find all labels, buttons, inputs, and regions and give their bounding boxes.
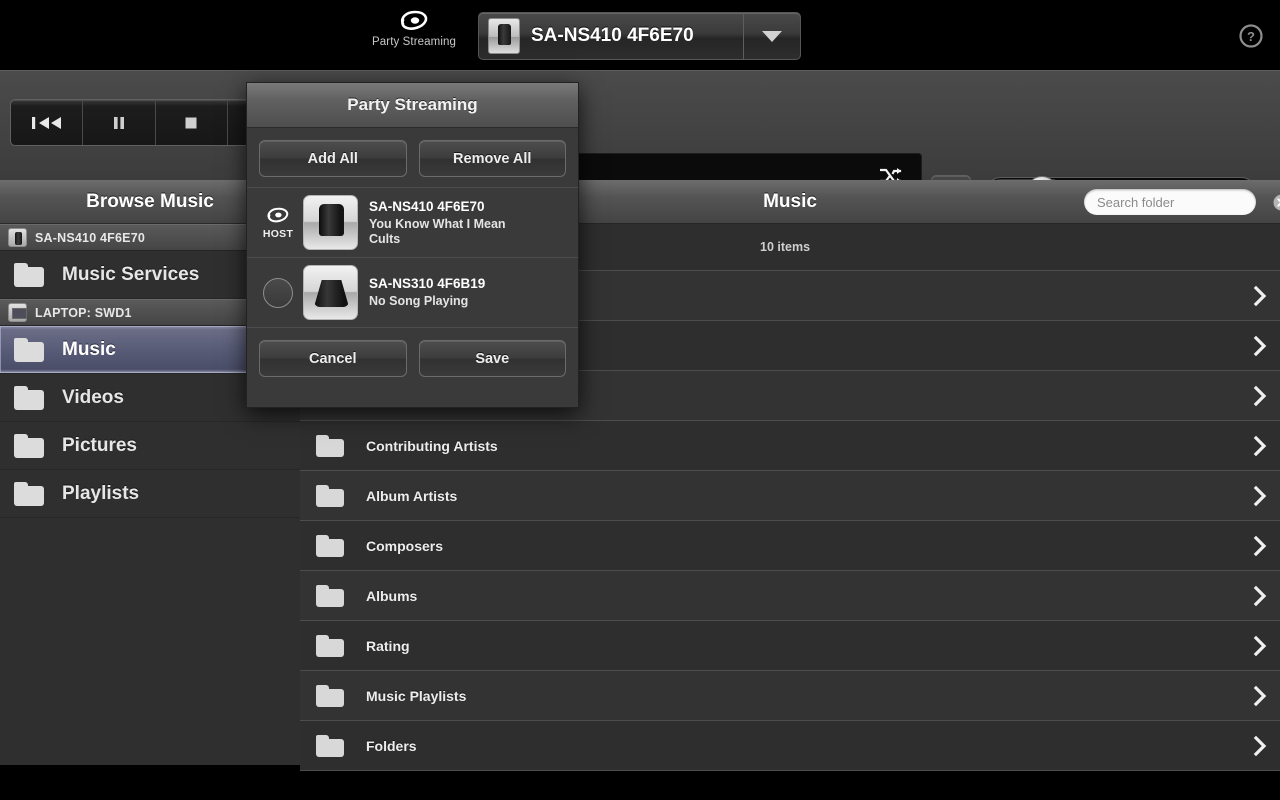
row-label: Folders — [366, 738, 417, 754]
sidebar-item-label: Playlists — [62, 483, 139, 505]
device-dropdown-button[interactable] — [744, 13, 800, 59]
speaker-icon — [488, 18, 520, 54]
folder-icon — [316, 485, 344, 507]
speaker-cylinder-icon — [303, 195, 358, 250]
row-label: Album Artists — [366, 488, 457, 504]
party-streaming-swirl-icon — [397, 8, 431, 34]
sidebar-item-label: Pictures — [62, 435, 137, 457]
folder-icon — [14, 338, 44, 362]
device-meta: SA-NS310 4F6B19 No Song Playing — [369, 276, 485, 309]
chevron-right-icon — [1252, 535, 1268, 557]
add-all-button[interactable]: Add All — [259, 140, 407, 177]
save-button[interactable]: Save — [419, 340, 567, 377]
folder-icon — [316, 635, 344, 657]
host-indicator: HOST — [257, 206, 299, 240]
pause-icon — [111, 115, 127, 131]
sidebar-group-label: SA-NS410 4F6E70 — [35, 231, 145, 245]
search-input[interactable] — [1097, 195, 1273, 210]
party-streaming-button[interactable]: Party Streaming — [368, 8, 460, 62]
table-row-music-playlists[interactable]: Music Playlists — [300, 671, 1280, 721]
speaker-icon — [8, 228, 27, 247]
chevron-right-icon — [1252, 385, 1268, 407]
host-badge: HOST — [263, 228, 293, 240]
search-box[interactable] — [1084, 189, 1256, 215]
row-label: Contributing Artists — [366, 438, 498, 454]
folder-icon — [316, 585, 344, 607]
table-row-album-artists[interactable]: Album Artists — [300, 471, 1280, 521]
dialog-footer: Cancel Save — [247, 328, 578, 389]
selected-device-name: SA-NS410 4F6E70 — [531, 25, 743, 47]
table-row-folders[interactable]: Folders — [300, 721, 1280, 771]
previous-button[interactable] — [11, 100, 83, 145]
device-song: No Song Playing — [369, 294, 485, 309]
folder-icon — [14, 482, 44, 506]
remove-all-button[interactable]: Remove All — [419, 140, 567, 177]
device-select-toggle[interactable] — [257, 278, 299, 308]
skip-previous-icon — [30, 114, 64, 132]
stop-button[interactable] — [156, 100, 228, 145]
chevron-right-icon — [1252, 635, 1268, 657]
dialog-top-buttons: Add All Remove All — [247, 128, 578, 187]
folder-icon — [316, 685, 344, 707]
sidebar-item-label: Music Services — [62, 264, 199, 286]
table-row-albums[interactable]: Albums — [300, 571, 1280, 621]
cancel-button[interactable]: Cancel — [259, 340, 407, 377]
player-bar: Know What I Mean Cults - Cults 2:31 — [0, 70, 1280, 180]
sidebar-item-playlists[interactable]: Playlists — [0, 470, 300, 518]
chevron-right-icon — [1252, 685, 1268, 707]
chevron-down-icon — [762, 31, 782, 42]
speaker-cone-icon — [303, 265, 358, 320]
table-row-contributing-artists[interactable]: Contributing Artists — [300, 421, 1280, 471]
device-name: SA-NS410 4F6E70 — [369, 199, 506, 214]
party-streaming-dialog: Party Streaming Add All Remove All HOST … — [246, 82, 579, 408]
page-title: Music — [763, 191, 817, 213]
pause-button[interactable] — [83, 100, 155, 145]
row-label: Music Playlists — [366, 688, 466, 704]
svg-text:?: ? — [1247, 29, 1255, 44]
device-song: You Know What I Mean — [369, 217, 506, 232]
device-selector[interactable]: SA-NS410 4F6E70 — [478, 12, 801, 60]
clear-circle-x-icon[interactable] — [1273, 194, 1280, 211]
sidebar-item-pictures[interactable]: Pictures — [0, 422, 300, 470]
help-question-icon[interactable]: ? — [1239, 24, 1263, 48]
stop-icon — [183, 115, 199, 131]
folder-icon — [316, 735, 344, 757]
top-bar: Party Streaming SA-NS410 4F6E70 ? — [0, 0, 1280, 70]
list-item-device-host[interactable]: HOST SA-NS410 4F6E70 You Know What I Mea… — [247, 188, 578, 258]
row-label: Rating — [366, 638, 410, 654]
sidebar-item-label: Videos — [62, 387, 124, 409]
chevron-right-icon — [1252, 485, 1268, 507]
device-meta: SA-NS410 4F6E70 You Know What I Mean Cul… — [369, 199, 506, 247]
row-label: Albums — [366, 588, 417, 604]
folder-icon — [316, 435, 344, 457]
folder-icon — [316, 535, 344, 557]
app-root: Party Streaming SA-NS410 4F6E70 ? — [0, 0, 1280, 800]
list-item-device-secondary[interactable]: SA-NS310 4F6B19 No Song Playing — [247, 258, 578, 328]
party-streaming-swirl-icon — [265, 206, 291, 225]
device-artist: Cults — [369, 232, 506, 247]
device-name: SA-NS310 4F6B19 — [369, 276, 485, 291]
sidebar-group-label: LAPTOP: SWD1 — [35, 306, 132, 320]
table-row-composers[interactable]: Composers — [300, 521, 1280, 571]
chevron-right-icon — [1252, 735, 1268, 757]
sidebar-item-label: Music — [62, 339, 116, 361]
folder-icon — [14, 386, 44, 410]
laptop-icon — [8, 303, 27, 322]
chevron-right-icon — [1252, 435, 1268, 457]
dialog-device-list: HOST SA-NS410 4F6E70 You Know What I Mea… — [247, 187, 578, 328]
chevron-right-icon — [1252, 335, 1268, 357]
dialog-title: Party Streaming — [247, 83, 578, 128]
chevron-right-icon — [1252, 585, 1268, 607]
folder-icon — [14, 434, 44, 458]
radio-unchecked-icon[interactable] — [263, 278, 293, 308]
row-label: Composers — [366, 538, 443, 554]
party-streaming-label: Party Streaming — [372, 36, 456, 48]
table-row-rating[interactable]: Rating — [300, 621, 1280, 671]
chevron-right-icon — [1252, 285, 1268, 307]
folder-icon — [14, 263, 44, 287]
